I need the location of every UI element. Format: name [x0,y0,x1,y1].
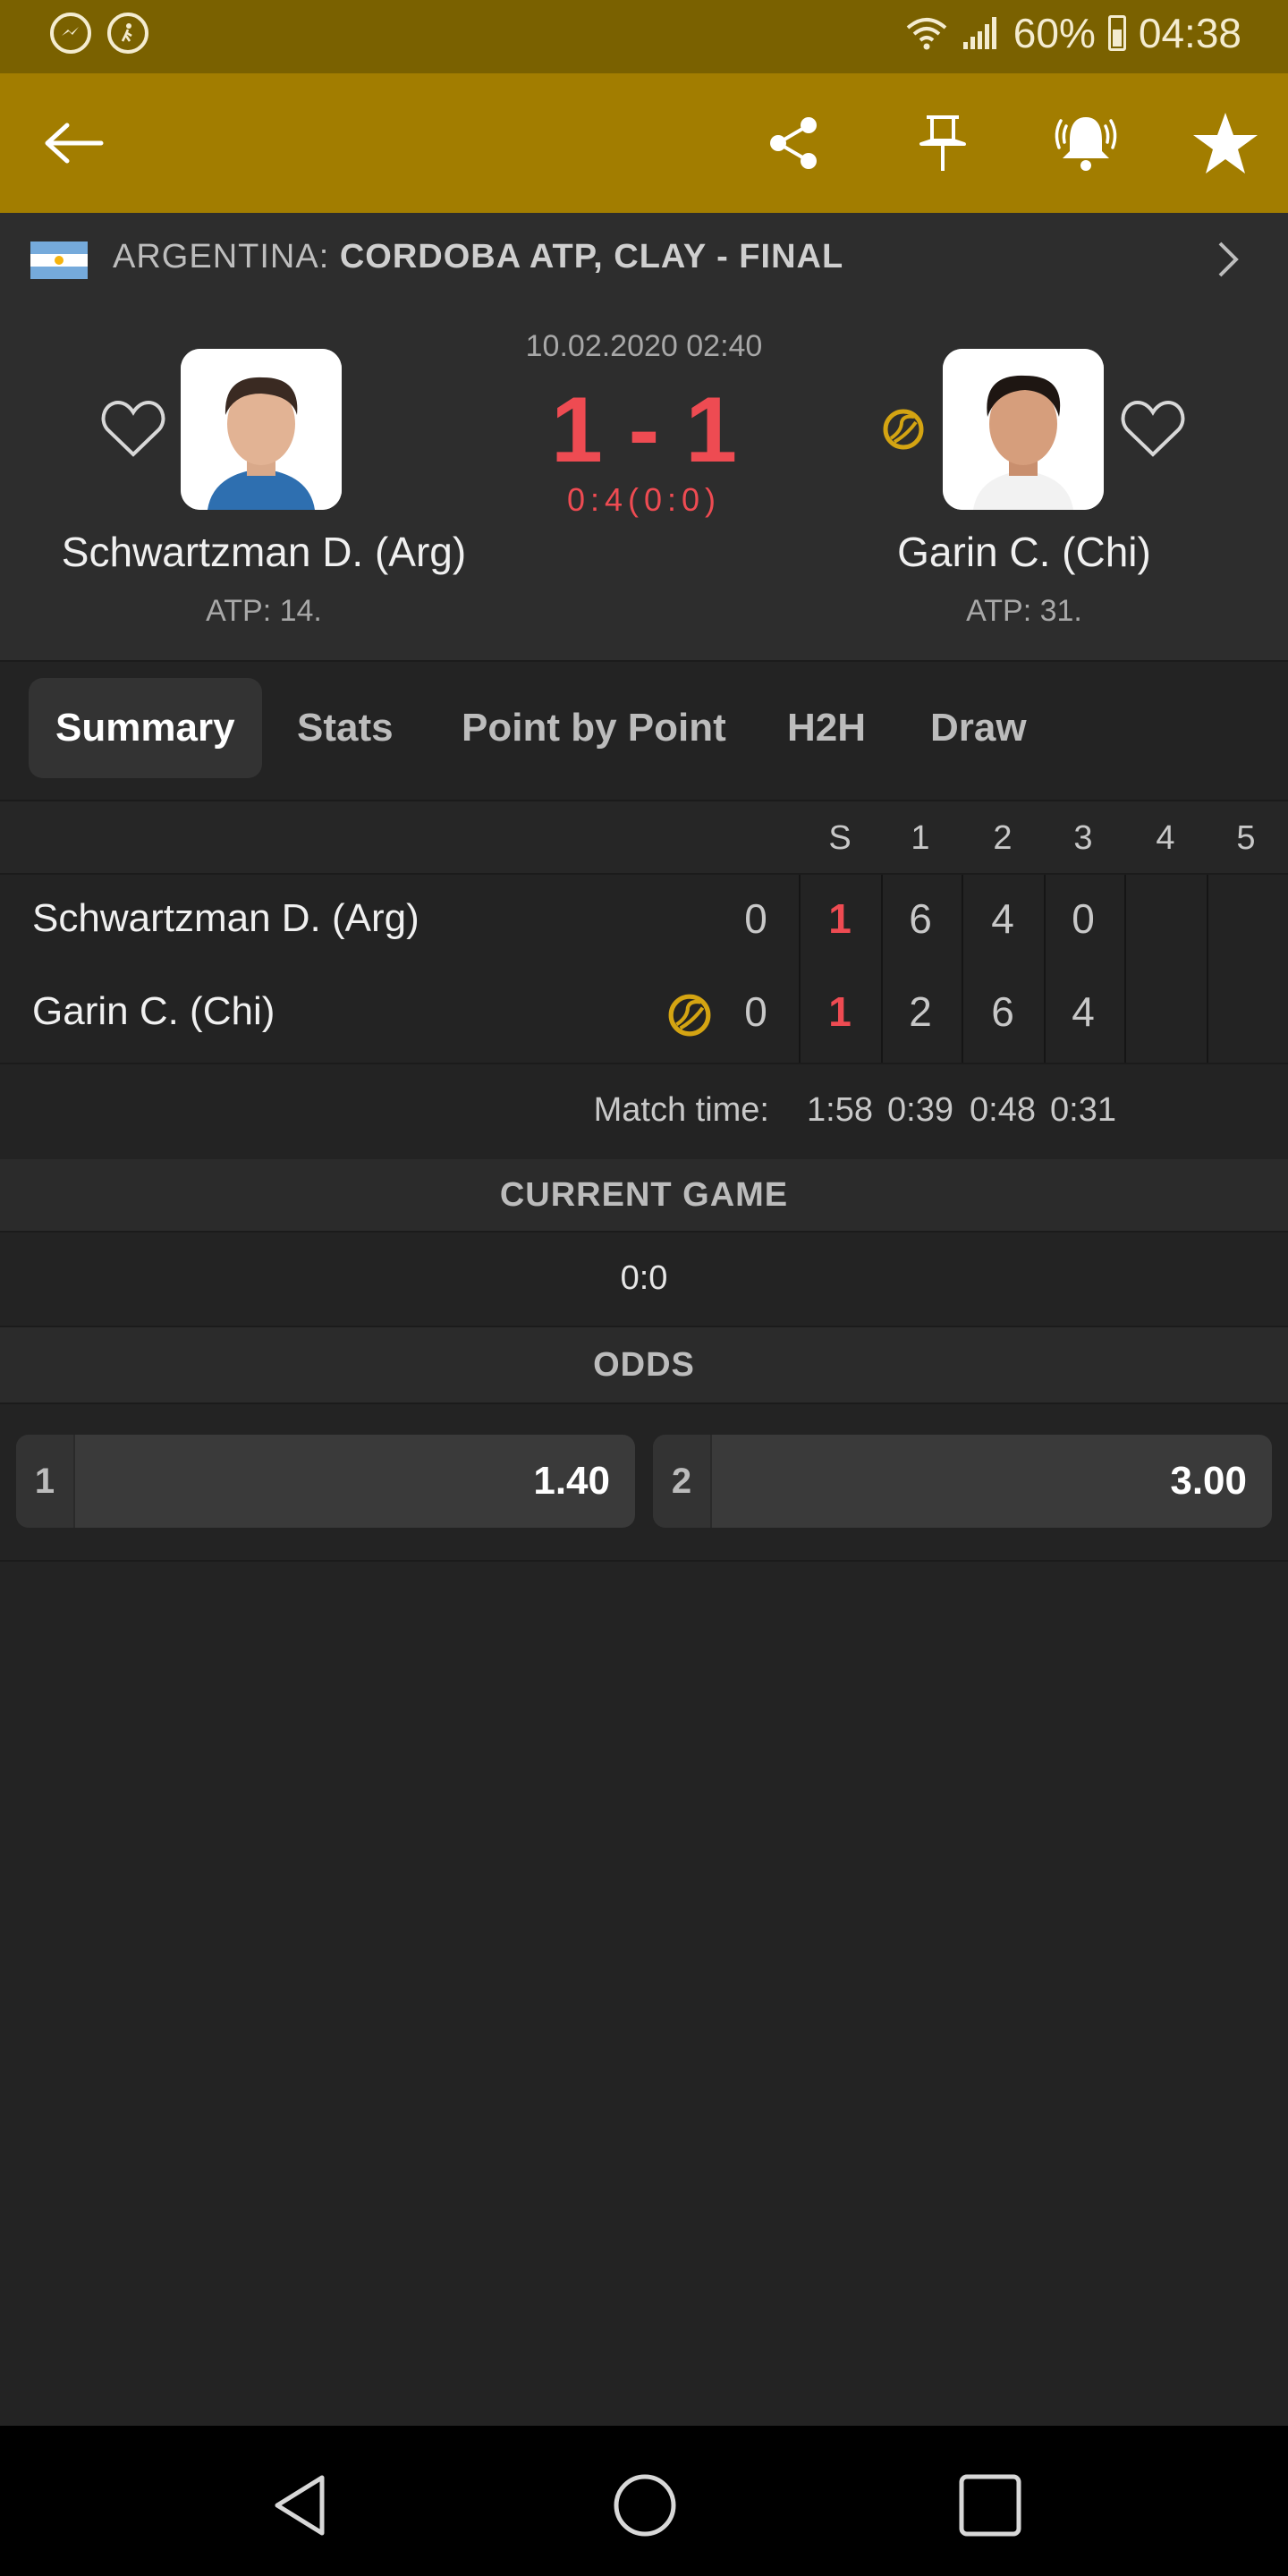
table-row-home-player[interactable]: Schwartzman D. (Arg) [32,896,419,941]
tab-draw[interactable]: Draw [903,678,1054,778]
match-header: Schwartzman D. (Arg) ATP: 14. 10.02.2020… [0,306,1288,662]
header-set-5: 5 [1236,819,1256,857]
home-set-1: 6 [909,895,932,942]
tab-h2h[interactable]: H2H [760,678,893,778]
battery-icon [1107,15,1126,51]
home-points: 0 [744,895,767,942]
tab-stats[interactable]: Stats [270,678,420,778]
share-icon[interactable] [758,107,830,179]
match-time-set-1: 0:39 [887,1091,953,1129]
battery-percent: 60% [1013,10,1096,56]
back-triangle-icon[interactable] [268,2472,331,2538]
odds-row: 1 1.40 2 3.00 [0,1402,1288,1562]
serving-ball-icon [883,409,924,450]
match-time-label: Match time: [593,1091,769,1129]
home-player-rank: ATP: 14. [206,594,322,628]
header-set-3: 3 [1073,819,1093,857]
pin-icon[interactable] [907,107,979,179]
match-time-set-2: 0:48 [970,1091,1036,1129]
away-set-1: 2 [909,988,932,1035]
odds-away-label: 2 [653,1435,712,1528]
home-sets-won: 1 [828,895,852,942]
odds-home-label: 1 [16,1435,75,1528]
current-game-score: 0:0 [0,1231,1288,1327]
back-arrow-icon[interactable] [38,107,109,179]
walking-icon [107,13,148,54]
tournament-title: ARGENTINA: CORDOBA ATP, CLAY - FINAL [113,238,843,276]
score-table: S 1 2 3 4 5 Schwartzman D. (Arg) 0 1 6 4… [0,801,1288,1063]
match-time-total: 1:58 [807,1091,873,1129]
tournament-header[interactable]: ARGENTINA: CORDOBA ATP, CLAY - FINAL [0,213,1288,308]
header-set-1: 1 [911,819,930,857]
column-divider [1124,875,1126,1063]
away-player-avatar[interactable] [943,349,1104,510]
home-player-name[interactable]: Schwartzman D. (Arg) [0,528,528,576]
odds-away-value: 3.00 [1170,1459,1247,1503]
away-player-name[interactable]: Garin C. (Chi) [778,528,1270,576]
tournament-country: ARGENTINA: [113,238,330,275]
messenger-icon [50,13,91,54]
match-time-set-3: 0:31 [1050,1091,1116,1129]
clock: 04:38 [1138,10,1241,56]
signal-icon [962,17,996,49]
favorite-away-heart-icon[interactable] [1120,399,1186,458]
score-table-header: S 1 2 3 4 5 [0,801,1288,875]
away-set-3: 4 [1072,988,1095,1035]
table-row-away-player[interactable]: Garin C. (Chi) [32,989,275,1034]
home-set-3: 0 [1072,895,1095,942]
odds-home-button[interactable]: 1 1.40 [16,1435,635,1528]
current-game-heading: CURRENT GAME [0,1159,1288,1233]
star-icon[interactable] [1190,107,1261,179]
wifi-icon [906,18,947,50]
header-set-2: 2 [993,819,1013,857]
odds-away-button[interactable]: 2 3.00 [653,1435,1272,1528]
away-points: 0 [744,988,767,1035]
chevron-right-icon[interactable] [1206,238,1249,281]
system-nav-bar [0,2426,1288,2576]
app-toolbar [0,73,1288,213]
tab-bar: Summary Stats Point by Point H2H Draw [0,662,1288,801]
status-right: 60% 04:38 [904,9,1241,57]
status-bar: 60% 04:38 [0,0,1288,73]
odds-heading: ODDS [0,1327,1288,1404]
tournament-name: CORDOBA ATP, CLAY - FINAL [339,238,844,275]
argentina-flag-icon [30,242,88,279]
alarm-bell-icon[interactable] [1050,107,1122,179]
recents-square-icon[interactable] [957,2472,1023,2538]
notification-icons [50,13,148,54]
away-sets-won: 1 [828,988,852,1035]
tab-point-by-point[interactable]: Point by Point [435,678,753,778]
match-time-row: Match time: 1:58 0:39 0:48 0:31 [0,1063,1288,1161]
header-set-4: 4 [1156,819,1175,857]
tab-summary[interactable]: Summary [29,678,262,778]
serving-ball-icon [668,994,711,1037]
away-player-rank: ATP: 31. [966,594,1082,628]
home-set-2: 4 [991,895,1014,942]
header-sets: S [828,819,852,857]
odds-home-value: 1.40 [533,1459,610,1503]
away-set-2: 6 [991,988,1014,1035]
column-divider [1207,875,1208,1063]
home-circle-icon[interactable] [612,2472,678,2538]
